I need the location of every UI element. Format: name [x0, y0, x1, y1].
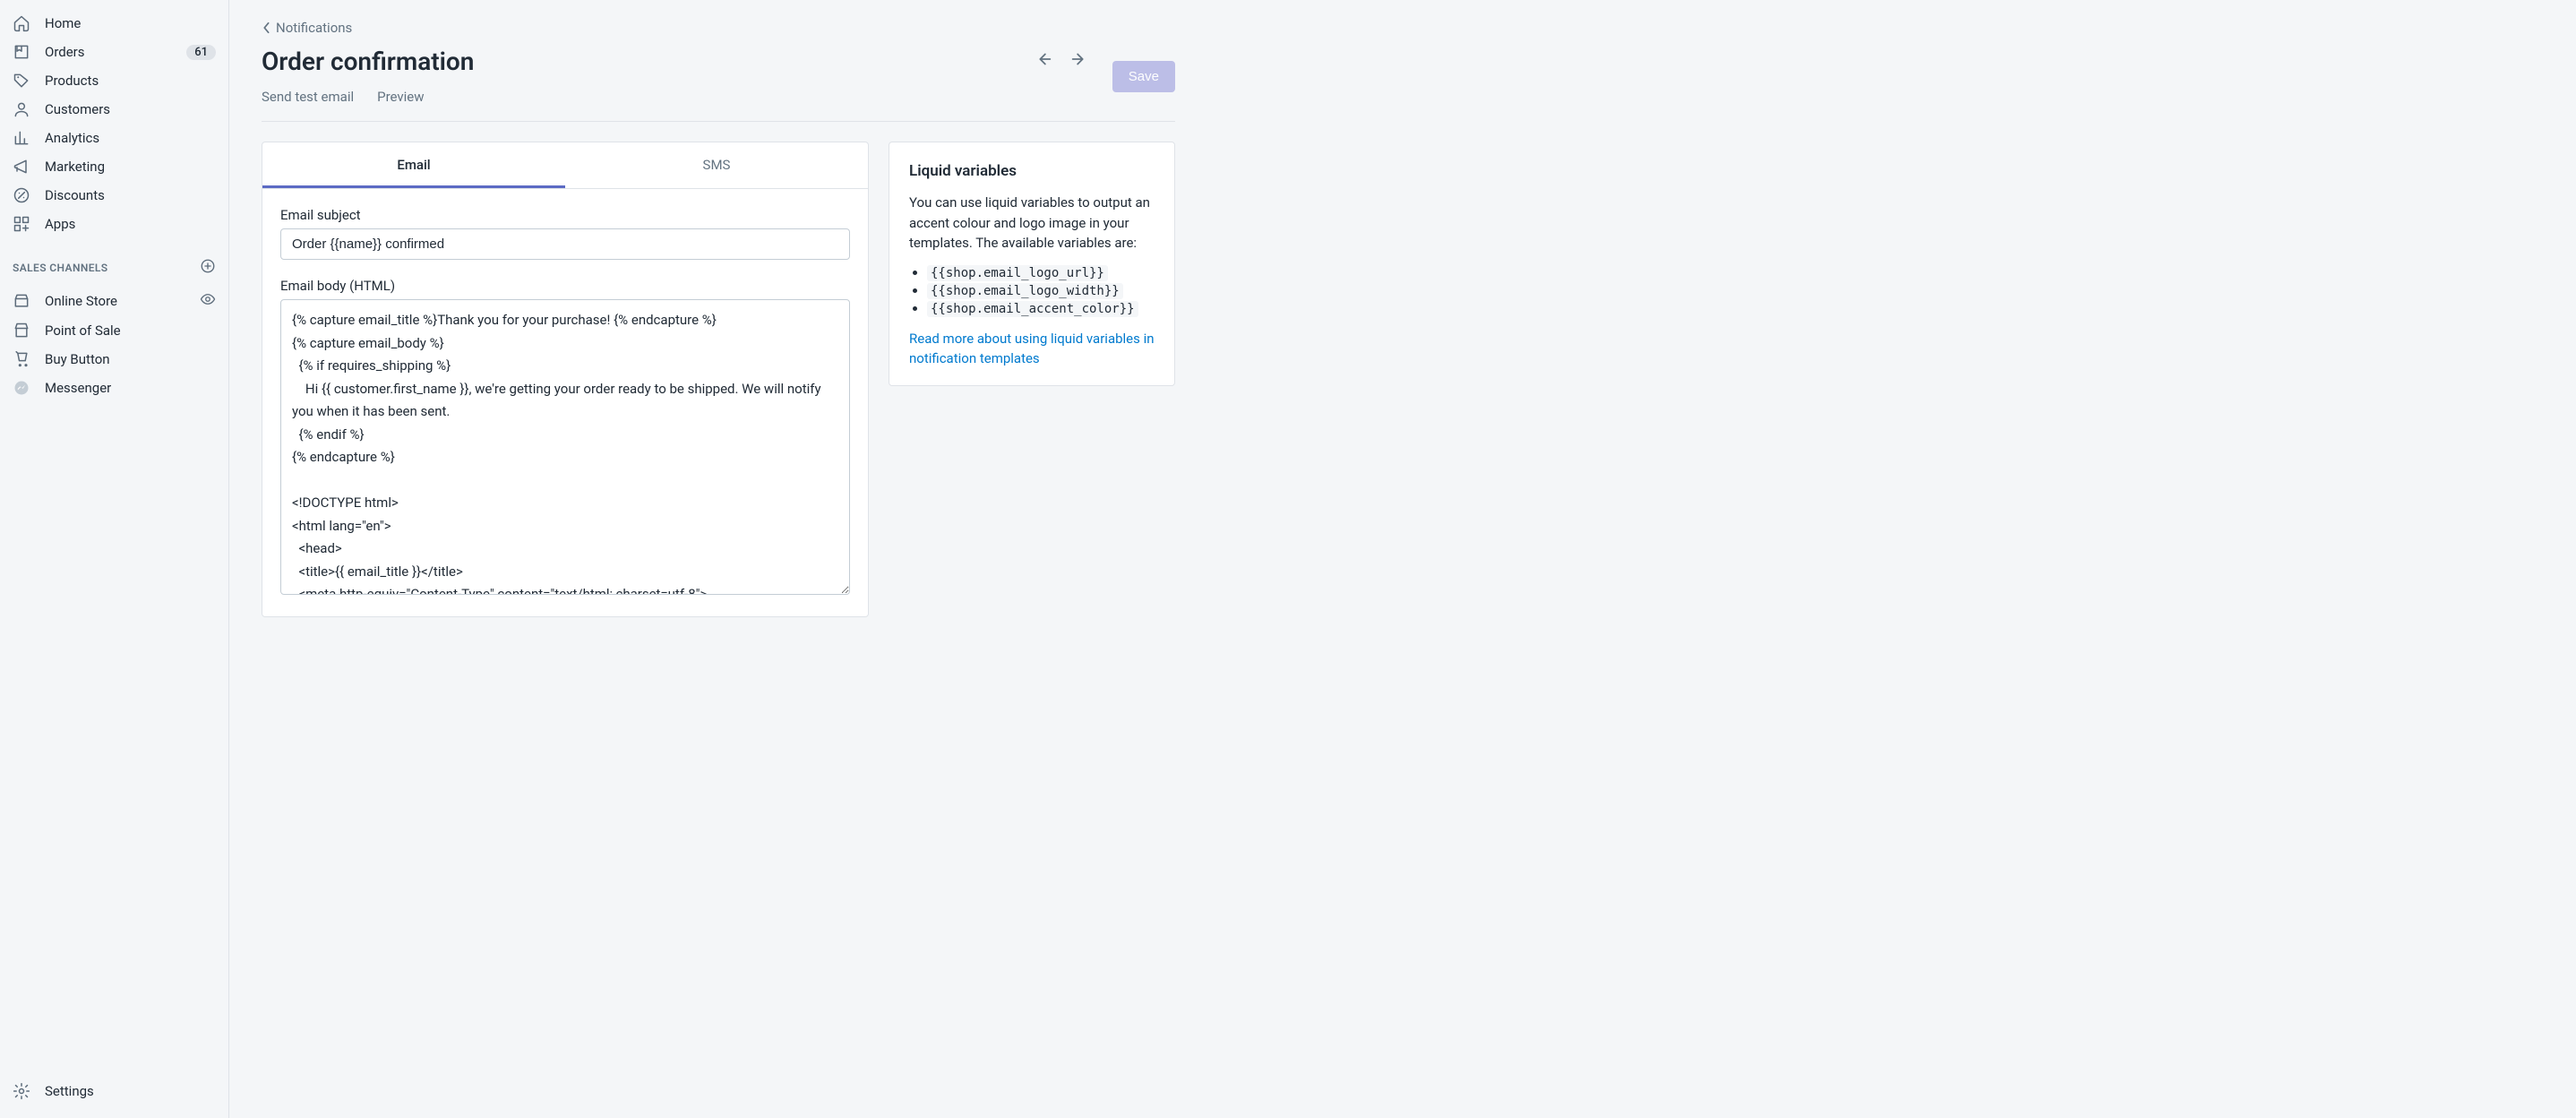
breadcrumb-label: Notifications: [276, 20, 352, 36]
products-icon: [13, 72, 30, 90]
customers-icon: [13, 100, 30, 118]
liquid-var-item: {{shop.email_accent_color}}: [927, 300, 1155, 316]
sales-channels-label: SALES CHANNELS: [13, 262, 108, 274]
apps-icon: [13, 215, 30, 233]
liquid-var-item: {{shop.email_logo_width}}: [927, 282, 1155, 298]
liquid-var-code: {{shop.email_logo_url}}: [927, 265, 1108, 281]
liquid-read-more-link[interactable]: Read more about using liquid variables i…: [909, 331, 1155, 367]
sidebar-item-settings[interactable]: Settings: [0, 1077, 228, 1105]
sidebar-item-marketing[interactable]: Marketing: [0, 152, 228, 181]
email-subject-label: Email subject: [280, 207, 850, 223]
home-icon: [13, 14, 30, 32]
sidebar-item-label: Orders: [45, 44, 85, 60]
main-content: Notifications Order confirmation Send te…: [229, 0, 2576, 1118]
sidebar: Home Orders 61 Products Customers: [0, 0, 229, 1118]
next-button[interactable]: [1069, 49, 1089, 69]
liquid-variables-card: Liquid variables You can use liquid vari…: [889, 142, 1175, 386]
buy-button-icon: [13, 350, 30, 368]
sidebar-item-analytics[interactable]: Analytics: [0, 124, 228, 152]
pos-icon: [13, 322, 30, 340]
marketing-icon: [13, 158, 30, 176]
prev-button[interactable]: [1034, 49, 1053, 69]
liquid-var-code: {{shop.email_accent_color}}: [927, 301, 1138, 317]
liquid-title: Liquid variables: [909, 162, 1155, 180]
sidebar-item-label: Customers: [45, 101, 110, 117]
channel-messenger[interactable]: Messenger: [0, 374, 228, 402]
sidebar-item-label: Online Store: [45, 293, 117, 309]
liquid-var-item: {{shop.email_logo_url}}: [927, 264, 1155, 280]
eye-icon[interactable]: [200, 291, 216, 311]
sidebar-item-label: Products: [45, 73, 99, 89]
analytics-icon: [13, 129, 30, 147]
preview-link[interactable]: Preview: [377, 89, 424, 105]
sidebar-item-label: Settings: [45, 1083, 94, 1099]
email-subject-input[interactable]: [280, 228, 850, 260]
messenger-icon: [13, 379, 30, 397]
sidebar-item-products[interactable]: Products: [0, 66, 228, 95]
breadcrumb-back[interactable]: Notifications: [262, 20, 352, 36]
sidebar-item-home[interactable]: Home: [0, 9, 228, 38]
channel-online-store[interactable]: Online Store: [0, 286, 228, 316]
add-channel-button[interactable]: [200, 258, 216, 277]
sidebar-item-label: Point of Sale: [45, 322, 121, 339]
sidebar-item-label: Analytics: [45, 130, 99, 146]
tab-email[interactable]: Email: [262, 142, 565, 188]
email-body-label: Email body (HTML): [280, 278, 850, 294]
sidebar-item-orders[interactable]: Orders 61: [0, 38, 228, 66]
gear-icon: [13, 1082, 30, 1100]
editor-card: Email SMS Email subject Email body (HTML…: [262, 142, 869, 617]
email-body-textarea[interactable]: [280, 299, 850, 595]
sidebar-item-customers[interactable]: Customers: [0, 95, 228, 124]
orders-badge: 61: [186, 45, 216, 60]
send-test-email-link[interactable]: Send test email: [262, 89, 354, 105]
page-title: Order confirmation: [262, 47, 1034, 76]
liquid-var-code: {{shop.email_logo_width}}: [927, 283, 1123, 299]
sales-channels-header: SALES CHANNELS: [0, 242, 228, 282]
channel-buy-button[interactable]: Buy Button: [0, 345, 228, 374]
save-button[interactable]: Save: [1112, 61, 1175, 92]
online-store-icon: [13, 292, 30, 310]
discounts-icon: [13, 186, 30, 204]
tab-sms[interactable]: SMS: [565, 142, 868, 188]
sidebar-item-label: Messenger: [45, 380, 111, 396]
sidebar-item-apps[interactable]: Apps: [0, 210, 228, 238]
sidebar-item-label: Discounts: [45, 187, 105, 203]
divider: [262, 121, 1175, 122]
sidebar-item-label: Buy Button: [45, 351, 110, 367]
sidebar-item-discounts[interactable]: Discounts: [0, 181, 228, 210]
sidebar-item-label: Apps: [45, 216, 75, 232]
liquid-desc: You can use liquid variables to output a…: [909, 193, 1155, 254]
orders-icon: [13, 43, 30, 61]
sidebar-item-label: Marketing: [45, 159, 105, 175]
tabs: Email SMS: [262, 142, 868, 189]
sidebar-item-label: Home: [45, 15, 81, 31]
channel-point-of-sale[interactable]: Point of Sale: [0, 316, 228, 345]
